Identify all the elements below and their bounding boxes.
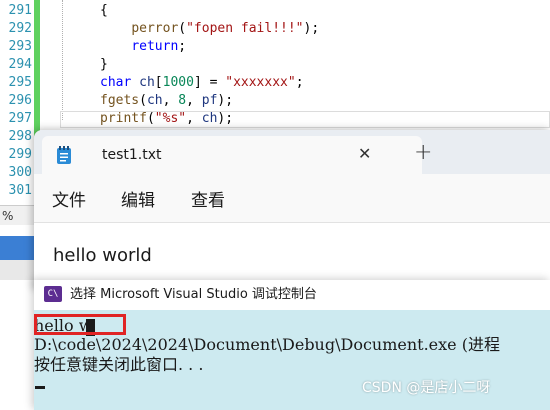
code-token: ( <box>139 93 147 108</box>
code-token: ch <box>139 75 155 90</box>
code-token: "%s" <box>154 111 187 126</box>
line-number: 299 <box>8 147 32 162</box>
code-line[interactable]: } <box>100 56 108 74</box>
side-panel-strip <box>0 236 34 260</box>
code-line[interactable]: perror("fopen fail!!!"); <box>100 20 319 38</box>
new-tab-button[interactable]: + <box>414 142 432 164</box>
tab-title: test1.txt <box>102 147 162 163</box>
code-token: fgets <box>100 93 140 108</box>
line-number: 291 <box>8 3 32 18</box>
menu-edit[interactable]: 编辑 <box>121 191 155 211</box>
line-number: 293 <box>8 39 32 54</box>
close-tab-icon[interactable]: ✕ <box>358 145 371 163</box>
csdn-watermark: CSDN @是店小二呀 <box>362 380 491 396</box>
code-token: , <box>186 111 202 126</box>
code-line[interactable]: return; <box>100 38 186 56</box>
code-token: , <box>186 93 202 108</box>
line-number: 292 <box>8 21 32 36</box>
console-prompt-cursor <box>35 386 45 389</box>
notepad-file-icon <box>57 146 71 164</box>
code-token: "xxxxxxx" <box>225 75 296 90</box>
code-token: ] = <box>193 75 226 90</box>
indent-guide <box>62 0 63 120</box>
code-token: ch <box>146 93 163 108</box>
code-token: [ <box>154 75 163 90</box>
line-number: 294 <box>8 57 32 72</box>
line-number: 301 <box>8 183 32 198</box>
red-highlight-box <box>34 314 126 335</box>
code-token: "fopen fail!!!" <box>186 21 304 36</box>
console-titlebar[interactable]: C\ 选择 Microsoft Visual Studio 调试控制台 <box>34 280 550 310</box>
console-output-line-3: 按任意键关闭此窗口. . . <box>34 355 204 374</box>
menu-file[interactable]: 文件 <box>52 191 86 211</box>
code-line[interactable]: char ch[1000] = "xxxxxxx"; <box>100 74 304 92</box>
code-token: perror <box>131 21 179 36</box>
line-number: 298 <box>8 129 32 144</box>
code-line[interactable]: printf("%s", ch); <box>100 110 233 128</box>
code-token: , <box>162 93 179 108</box>
code-token: char <box>100 75 132 90</box>
code-line[interactable]: { <box>100 2 108 20</box>
tab-strip: test1.txt ✕ + <box>34 130 550 174</box>
code-token: printf <box>100 111 147 126</box>
code-token: 1000 <box>162 75 194 90</box>
code-token: ; <box>178 39 187 54</box>
tab-test1[interactable]: test1.txt ✕ <box>42 136 422 174</box>
code-token: { <box>100 3 108 18</box>
console-app-icon: C\ <box>44 286 62 302</box>
code-token: ( <box>146 111 155 126</box>
zoom-indicator[interactable]: % <box>0 205 34 225</box>
code-token: ); <box>217 111 234 126</box>
code-token: ); <box>217 93 234 108</box>
document-text[interactable]: hello world <box>53 245 152 267</box>
console-output-line-2: D:\code\2024\2024\Document\Debug\Documen… <box>34 335 500 354</box>
code-token: ch <box>201 111 218 126</box>
code-token: ); <box>303 21 320 36</box>
line-number-gutter: 291 292 293 294 295 296 297 298 299 300 301 <box>0 0 34 205</box>
line-number: 295 <box>8 75 32 90</box>
line-number: 300 <box>8 165 32 180</box>
code-token: 8 <box>178 93 187 108</box>
code-token: } <box>100 57 108 72</box>
notepad-window: test1.txt ✕ + 文件 编辑 查看 hello world <box>34 130 550 290</box>
line-number: 296 <box>8 93 32 108</box>
line-number: 297 <box>8 111 32 126</box>
code-token: pf <box>201 93 218 108</box>
code-token: ( <box>178 21 187 36</box>
code-line[interactable]: fgets(ch, 8, pf); <box>100 92 233 110</box>
menu-bar: 文件 编辑 查看 <box>34 174 550 223</box>
console-title: 选择 Microsoft Visual Studio 调试控制台 <box>70 287 317 302</box>
code-token: return <box>131 39 179 54</box>
side-panel-strip-gray <box>0 260 34 280</box>
code-token: ; <box>295 75 304 90</box>
menu-view[interactable]: 查看 <box>191 191 225 211</box>
